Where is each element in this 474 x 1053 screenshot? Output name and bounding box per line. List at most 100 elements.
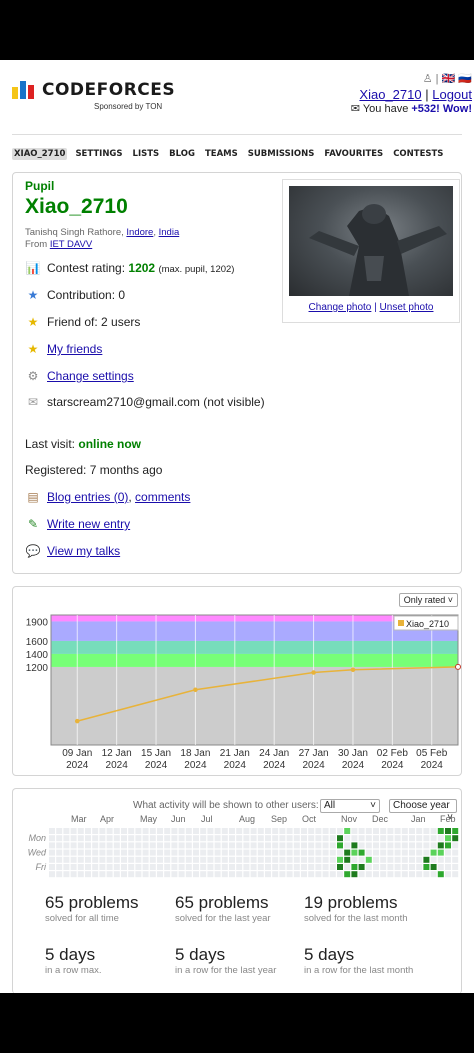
activity-cell[interactable] — [142, 856, 149, 863]
activity-cell[interactable] — [164, 842, 171, 849]
activity-cell[interactable] — [128, 856, 135, 863]
activity-cell[interactable] — [365, 864, 372, 870]
activity-cell[interactable] — [416, 856, 423, 863]
activity-cell[interactable] — [250, 871, 257, 878]
activity-cell[interactable] — [279, 828, 286, 834]
activity-cell[interactable] — [70, 856, 77, 863]
activity-cell[interactable] — [236, 864, 243, 870]
activity-cell[interactable] — [373, 849, 379, 856]
activity-cell[interactable] — [279, 864, 286, 870]
activity-cell[interactable] — [445, 835, 451, 842]
activity-cell[interactable] — [329, 835, 336, 842]
activity-cell[interactable] — [416, 835, 423, 842]
activity-cell[interactable] — [157, 828, 163, 834]
activity-cell[interactable] — [387, 856, 394, 863]
activity-cell[interactable] — [135, 849, 142, 856]
activity-cell[interactable] — [142, 828, 149, 834]
activity-cell[interactable] — [157, 842, 163, 849]
activity-cell[interactable] — [70, 871, 77, 878]
activity-cell[interactable] — [409, 849, 415, 856]
activity-cell[interactable] — [63, 835, 70, 842]
activity-cell[interactable] — [77, 856, 84, 863]
activity-cell[interactable] — [49, 842, 55, 849]
activity-cell[interactable] — [193, 842, 199, 849]
activity-cell[interactable] — [207, 828, 214, 834]
activity-cell[interactable] — [113, 835, 120, 842]
activity-cell[interactable] — [265, 864, 271, 870]
activity-cell[interactable] — [430, 849, 437, 856]
blog-entries-link[interactable]: Blog entries (0) — [47, 490, 128, 504]
activity-cell[interactable] — [236, 856, 243, 863]
activity-cell[interactable] — [445, 849, 451, 856]
activity-cell[interactable] — [358, 864, 365, 870]
activity-cell[interactable] — [373, 864, 379, 870]
activity-cell[interactable] — [236, 842, 243, 849]
activity-cell[interactable] — [171, 856, 178, 863]
activity-cell[interactable] — [301, 828, 307, 834]
activity-cell[interactable] — [380, 864, 387, 870]
activity-cell[interactable] — [128, 828, 135, 834]
activity-cell[interactable] — [286, 849, 293, 856]
activity-cell[interactable] — [207, 835, 214, 842]
activity-cell[interactable] — [99, 856, 106, 863]
activity-cell[interactable] — [351, 856, 358, 863]
activity-cell[interactable] — [445, 856, 451, 863]
activity-cell[interactable] — [250, 856, 257, 863]
activity-cell[interactable] — [308, 828, 315, 834]
activity-cell[interactable] — [85, 828, 91, 834]
activity-cell[interactable] — [322, 864, 329, 870]
activity-cell[interactable] — [322, 835, 329, 842]
activity-cell[interactable] — [106, 835, 113, 842]
activity-cell[interactable] — [77, 842, 84, 849]
activity-cell[interactable] — [171, 849, 178, 856]
activity-cell[interactable] — [70, 828, 77, 834]
unset-photo-link[interactable]: Unset photo — [380, 302, 434, 313]
activity-cell[interactable] — [178, 864, 185, 870]
activity-cell[interactable] — [128, 849, 135, 856]
nav-item-profile[interactable]: XIAO_2710 — [12, 148, 68, 160]
activity-cell[interactable] — [121, 856, 127, 863]
activity-cell[interactable] — [70, 842, 77, 849]
activity-cell[interactable] — [315, 849, 322, 856]
logout-link[interactable]: Logout — [432, 87, 472, 102]
activity-cell[interactable] — [293, 849, 300, 856]
activity-cell[interactable] — [358, 856, 365, 863]
activity-cell[interactable] — [56, 828, 63, 834]
activity-cell[interactable] — [221, 835, 228, 842]
activity-cell[interactable] — [409, 828, 415, 834]
activity-cell[interactable] — [113, 828, 120, 834]
rating-point[interactable] — [350, 667, 356, 673]
nav-item-settings[interactable]: SETTINGS — [73, 148, 124, 160]
activity-cell[interactable] — [430, 856, 437, 863]
activity-cell[interactable] — [157, 849, 163, 856]
activity-cell[interactable] — [265, 871, 271, 878]
activity-cell[interactable] — [99, 842, 106, 849]
activity-cell[interactable] — [329, 828, 336, 834]
activity-cell[interactable] — [106, 849, 113, 856]
activity-cell[interactable] — [430, 864, 437, 870]
activity-cell[interactable] — [279, 856, 286, 863]
activity-cell[interactable] — [229, 849, 235, 856]
activity-cell[interactable] — [452, 871, 459, 878]
activity-cell[interactable] — [322, 828, 329, 834]
activity-cell[interactable] — [149, 828, 156, 834]
activity-cell[interactable] — [113, 849, 120, 856]
activity-cell[interactable] — [70, 835, 77, 842]
activity-cell[interactable] — [344, 835, 351, 842]
activity-cell[interactable] — [293, 871, 300, 878]
activity-cell[interactable] — [250, 835, 257, 842]
activity-cell[interactable] — [430, 835, 437, 842]
activity-cell[interactable] — [157, 856, 163, 863]
activity-cell[interactable] — [77, 871, 84, 878]
activity-cell[interactable] — [279, 842, 286, 849]
activity-cell[interactable] — [178, 871, 185, 878]
activity-cell[interactable] — [380, 871, 387, 878]
activity-cell[interactable] — [430, 842, 437, 849]
activity-cell[interactable] — [106, 828, 113, 834]
activity-cell[interactable] — [308, 856, 315, 863]
activity-cell[interactable] — [315, 864, 322, 870]
activity-cell[interactable] — [286, 842, 293, 849]
activity-cell[interactable] — [337, 828, 343, 834]
activity-cell[interactable] — [243, 856, 250, 863]
activity-cell[interactable] — [128, 871, 135, 878]
